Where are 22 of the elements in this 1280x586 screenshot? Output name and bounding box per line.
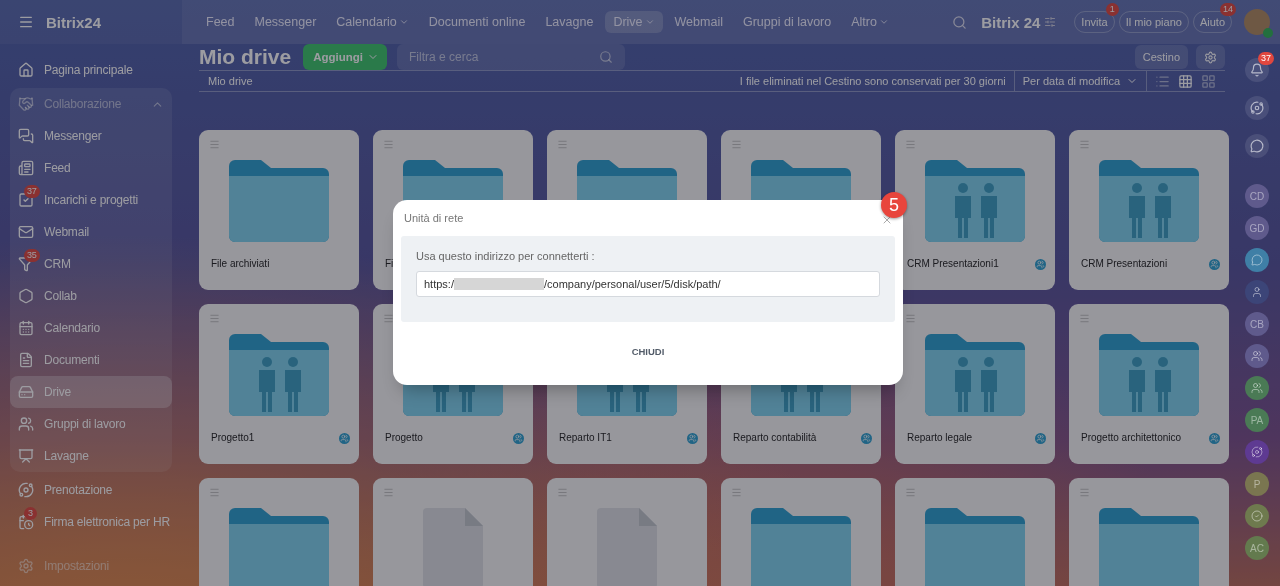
card-name: CRM Presentazioni1	[907, 258, 999, 269]
card-name: Progetto1	[211, 432, 255, 443]
trash-notice: I file eliminati nel Cestino sono conservati per 30 giorni	[739, 75, 1006, 87]
card-name: Reparto IT1	[559, 432, 612, 443]
counter-badge: 37	[24, 185, 40, 198]
card-name: Reparto contabilità	[733, 432, 817, 443]
counter-badge: 14	[1220, 3, 1236, 16]
card-name: Progetto	[385, 432, 423, 443]
card-name: CRM Presentazioni	[1081, 258, 1168, 269]
counter-badge: 37	[1258, 52, 1274, 65]
card-name: Reparto legale	[907, 432, 973, 443]
field-label: Usa questo indirizzo per connetterti :	[416, 250, 596, 262]
card-name: File archiviati	[211, 258, 270, 269]
page-title: Mio drive	[199, 45, 292, 69]
dialog-title: Unità di rete	[403, 212, 464, 224]
card-name: Progetto architettonico	[1081, 432, 1182, 443]
counter-badge: 1	[1105, 3, 1119, 16]
counter-badge: 35	[24, 249, 40, 262]
card-name: Fi	[385, 258, 394, 269]
counter-badge: 3	[24, 507, 37, 520]
step-marker: 5	[881, 192, 907, 218]
brand-logo: Bitrix 24	[981, 13, 1041, 31]
